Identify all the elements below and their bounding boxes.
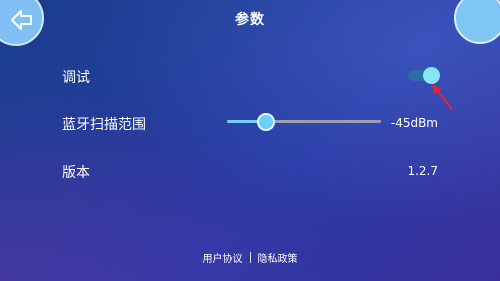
footer-links: 用户协议 隐私政策 <box>0 250 500 265</box>
divider <box>249 252 251 263</box>
bluetooth-range-label: 蓝牙扫描范围 <box>62 117 146 133</box>
red-arrow-icon <box>432 84 453 110</box>
version-value: 1.2.7 <box>407 164 438 178</box>
debug-toggle[interactable] <box>408 67 440 84</box>
privacy-policy-link[interactable]: 隐私政策 <box>258 254 298 265</box>
slider-thumb[interactable] <box>256 113 275 131</box>
bluetooth-range-slider[interactable] <box>227 113 381 131</box>
page-title: 参数 <box>235 12 265 28</box>
version-label: 版本 <box>62 165 90 181</box>
debug-label: 调试 <box>62 70 90 86</box>
user-agreement-link[interactable]: 用户协议 <box>203 254 243 265</box>
background <box>0 0 500 281</box>
bluetooth-range-value: -45dBm <box>390 116 438 130</box>
